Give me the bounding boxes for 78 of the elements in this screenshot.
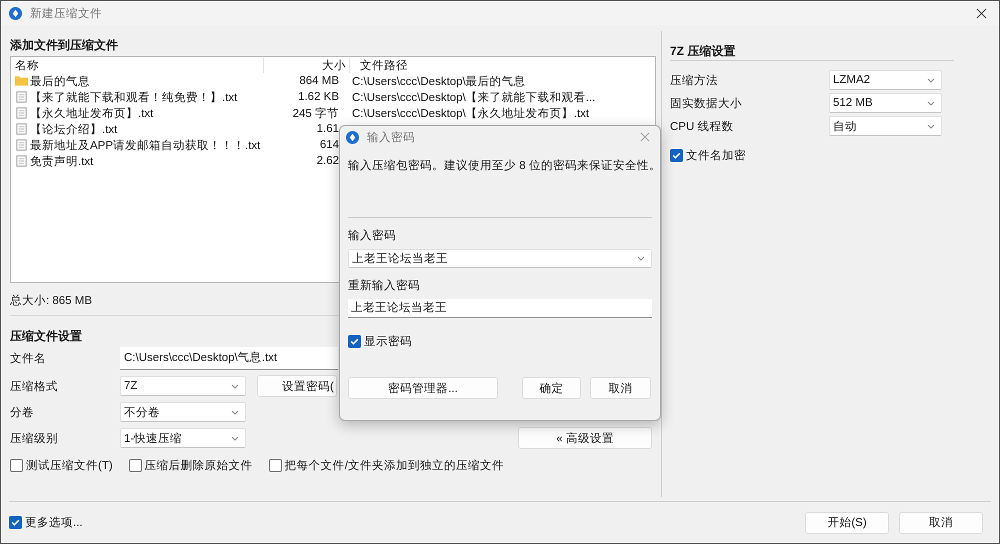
file-icon — [15, 91, 28, 103]
dropdown[interactable]: 512 MB — [829, 93, 942, 113]
checkbox-label: 测试压缩文件(T) — [26, 458, 113, 473]
folder-icon — [15, 75, 28, 87]
file-size: 1.62 KB — [297, 91, 340, 103]
file-name[interactable]: 免责声明.txt — [30, 154, 94, 168]
field-label: 固实数据大小 — [670, 96, 743, 110]
checkbox-label: 文件名加密 — [686, 148, 746, 163]
dropdown[interactable]: 自动 — [829, 116, 942, 136]
file-path: C:\Users\ccc\Desktop\【永久地址发布页】.txt — [351, 106, 590, 120]
checkbox-label: 显示密码 — [364, 334, 412, 349]
file-name[interactable]: 【永久地址发布页】.txt — [30, 106, 154, 120]
file-name-field[interactable]: C:\Users\ccc\Desktop\气息.txt — [120, 347, 338, 370]
app-logo-icon — [346, 130, 359, 144]
set-password-button[interactable]: 设置密码( — [257, 375, 337, 397]
field-label: CPU 线程数 — [670, 120, 734, 134]
checkbox[interactable] — [348, 335, 361, 348]
field-label: 重新输入密码 — [348, 278, 421, 293]
cancel-button[interactable]: 取消 — [899, 512, 983, 534]
column-header[interactable]: 大小 — [264, 58, 350, 73]
file-path: C:\Users\ccc\Desktop\【来了就能下载和观看... — [351, 90, 596, 104]
start-button[interactable]: 开始(S) — [805, 512, 889, 534]
checkbox-label: 把每个文件/文件夹添加到独立的压缩文件 — [284, 458, 504, 473]
dialog-title: 输入密码 — [367, 130, 415, 144]
column-header[interactable]: 名称 — [11, 58, 264, 73]
caret-icon — [637, 256, 645, 261]
checkbox[interactable] — [10, 459, 23, 472]
dropdown[interactable]: 不分卷 — [120, 402, 246, 422]
dropdown[interactable]: LZMA2 — [829, 70, 942, 90]
dropdown[interactable]: 1-快速压缩 — [120, 428, 246, 448]
file-size: 614 — [318, 139, 340, 151]
field-label: 压缩格式 — [10, 380, 59, 394]
cancel-button[interactable]: 取消 — [590, 377, 651, 399]
close-icon[interactable] — [976, 8, 987, 18]
file-icon — [15, 107, 28, 119]
file-name[interactable]: 【来了就能下载和观看！纯免费！】.txt — [30, 90, 238, 104]
caret-icon — [927, 124, 935, 128]
checkbox-label: 压缩后删除原始文件 — [144, 458, 253, 473]
file-size: 1.61 — [316, 123, 340, 135]
caret-icon — [927, 100, 935, 106]
field-label: 分卷 — [10, 406, 35, 420]
file-path: C:\Users\ccc\Desktop\最后的气息 — [351, 74, 526, 88]
field-label: 文件名 — [10, 352, 47, 366]
caret-icon — [231, 384, 239, 388]
caret-icon — [231, 436, 239, 440]
field-label: 压缩级别 — [10, 432, 59, 446]
checkbox[interactable] — [670, 149, 683, 162]
app-logo-icon — [9, 6, 22, 20]
advanced-settings-button[interactable]: « 高级设置 — [518, 427, 652, 449]
file-size: 864 MB — [298, 75, 340, 87]
confirm-password-field[interactable]: 上老王论坛当老王 — [348, 299, 652, 318]
password-manager-button[interactable]: 密码管理器... — [348, 377, 498, 399]
section-heading: 7Z 压缩设置 — [670, 43, 736, 57]
dropdown[interactable]: 7Z — [120, 376, 246, 396]
checkbox[interactable] — [9, 516, 22, 529]
file-icon — [15, 139, 28, 151]
caret-icon — [231, 410, 239, 414]
section-heading: 压缩文件设置 — [10, 328, 82, 342]
ok-button[interactable]: 确定 — [522, 377, 581, 399]
total-size: 总大小: 865 MB — [10, 294, 92, 308]
column-header[interactable]: 文件路径 — [350, 58, 408, 73]
field-label: 压缩方法 — [670, 73, 719, 88]
file-icon — [15, 123, 28, 135]
file-icon — [15, 155, 28, 167]
dialog-message: 输入压缩包密码。建议使用至少 8 位的密码来保证安全性。 — [348, 158, 652, 173]
caret-icon — [927, 78, 935, 82]
section-heading: 添加文件到压缩文件 — [10, 37, 118, 51]
field-label: 输入密码 — [348, 228, 397, 243]
file-size: 2.62 — [316, 155, 340, 167]
file-name[interactable]: 最新地址及APP请发邮箱自动获取！！！.txt — [30, 138, 260, 152]
file-size: 245 字节 — [292, 106, 340, 120]
file-name[interactable]: 最后的气息 — [30, 74, 90, 88]
checkbox-label: 更多选项... — [25, 516, 83, 530]
window-title: 新建压缩文件 — [30, 6, 102, 20]
checkbox[interactable] — [268, 459, 282, 472]
password-field[interactable]: 上老王论坛当老王 — [348, 249, 652, 268]
checkbox[interactable] — [128, 459, 142, 472]
file-name[interactable]: 【论坛介绍】.txt — [30, 122, 118, 136]
